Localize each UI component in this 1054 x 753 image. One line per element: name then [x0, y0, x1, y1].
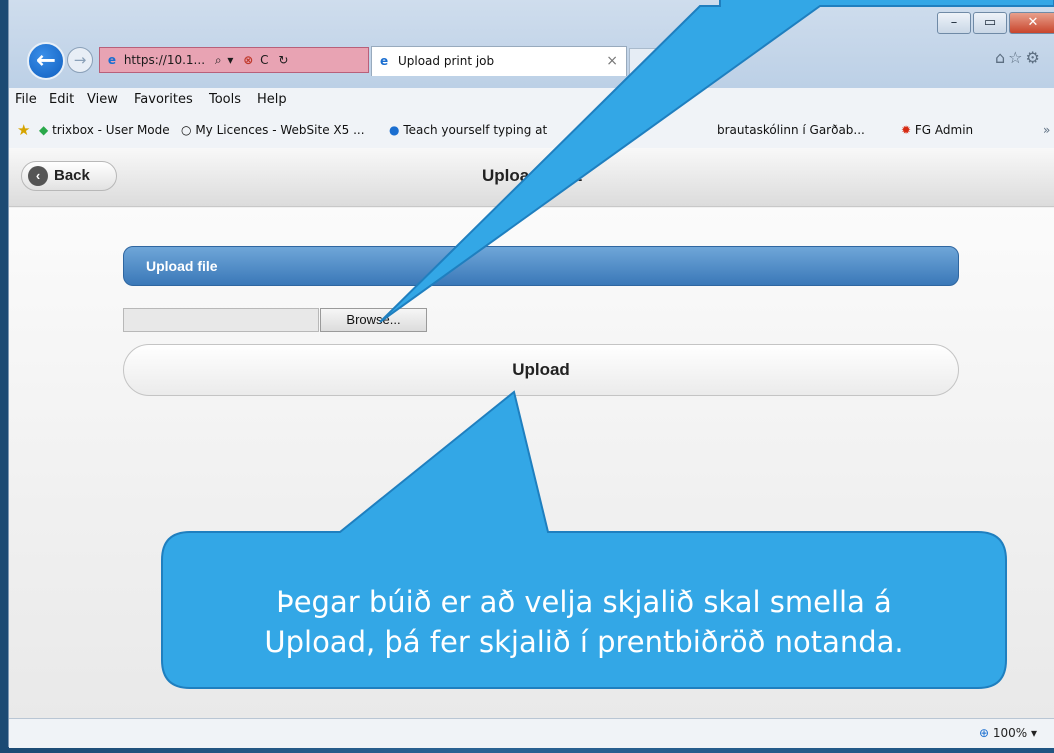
forward-arrow-icon: →	[73, 51, 87, 69]
browse-button[interactable]: Browse...	[320, 308, 427, 332]
menu-edit[interactable]: Edit	[49, 88, 74, 112]
ie-icon: e	[107, 53, 117, 67]
favorite-licences[interactable]: ○ My Licences - WebSite X5 ...	[181, 112, 365, 148]
menu-bar: File Edit View Favorites Tools Help	[9, 88, 1054, 112]
menu-favorites[interactable]: Favorites	[134, 88, 193, 112]
callout-text-line-1: Þegar búið er að velja skjalið skal smel…	[276, 585, 892, 619]
favorite-fg-admin[interactable]: ✹ FG Admin	[901, 112, 973, 148]
search-icon[interactable]: ⌕	[215, 53, 222, 67]
menu-tools[interactable]: Tools	[209, 88, 241, 112]
menu-file[interactable]: File	[15, 88, 37, 112]
upload-file-section-header: Upload file	[123, 246, 959, 286]
browser-forward-button[interactable]: →	[67, 47, 93, 73]
zoom-control[interactable]: ⊕ 100% ▾	[979, 719, 1037, 747]
close-window-button[interactable]: ✕	[1009, 12, 1054, 34]
favorite-label: FG Admin	[914, 123, 974, 137]
new-tab-button[interactable]	[629, 48, 665, 76]
maximize-button[interactable]: ▭	[973, 12, 1007, 34]
favorites-star-icon[interactable]: ★	[17, 112, 30, 148]
address-text: https://10.1...	[123, 53, 206, 67]
favorite-trixbox[interactable]: ◆ trixbox - User Mode	[39, 112, 170, 148]
back-arrow-icon: ←	[35, 46, 57, 74]
browser-tab[interactable]: e Upload print job ×	[371, 46, 627, 76]
callout-text-line-2: Upload, þá fer skjalið í prentbiðröð not…	[264, 625, 904, 659]
gear-red-icon: ✹	[901, 123, 912, 137]
dropdown-icon[interactable]: ▾	[227, 53, 233, 67]
home-favorites-settings-icons[interactable]: ⌂☆⚙	[995, 48, 1054, 72]
zoom-icon: ⊕	[978, 726, 990, 740]
chevron-left-icon: ‹	[28, 166, 48, 186]
upload-button[interactable]: Upload	[123, 344, 959, 396]
minimize-button[interactable]: –	[937, 12, 971, 34]
favorite-label: brautaskólinn í Garðab...	[717, 123, 865, 137]
back-button-label: Back	[54, 167, 90, 184]
tab-close-icon[interactable]: ×	[606, 47, 618, 75]
browser-back-button[interactable]: ←	[27, 42, 65, 80]
favorite-fjolbraut[interactable]: brautaskólinn í Garðab...	[717, 112, 865, 148]
window-controls: – ▭ ✕	[937, 12, 1054, 36]
favorite-label: My Licences - WebSite X5 ...	[195, 123, 365, 137]
callout-text: Þegar búið er að velja skjalið skal smel…	[166, 560, 1002, 684]
favorite-typing[interactable]: ● Teach yourself typing at	[389, 112, 547, 148]
favorites-bar: ★ ◆ trixbox - User Mode ○ My Licences - …	[9, 112, 1054, 149]
favorite-label: trixbox - User Mode	[52, 123, 170, 137]
browser-titlebar: – ▭ ✕ ← → e https://10.1... ⌕ ▾ ⊗ C ↻ e …	[9, 0, 1054, 88]
file-path-input[interactable]	[123, 308, 319, 332]
favorites-more-chevron-icon[interactable]: »	[1043, 112, 1050, 148]
certificate-error-icon[interactable]: ⊗	[243, 53, 253, 67]
zoom-level: 100%	[992, 726, 1028, 740]
circle-icon: ○	[181, 123, 192, 137]
tab-ie-icon: e	[380, 54, 389, 68]
refresh-icon[interactable]: ↻	[278, 53, 288, 67]
menu-help[interactable]: Help	[257, 88, 287, 112]
diamond-icon: ◆	[39, 123, 49, 137]
page-title: Upload print	[481, 166, 583, 185]
status-bar: ⊕ 100% ▾	[9, 718, 1054, 748]
menu-view[interactable]: View	[87, 88, 118, 112]
globe-icon: ●	[389, 123, 400, 137]
page-header: Upload print ‹ Back	[9, 148, 1054, 207]
tab-title: Upload print job	[397, 54, 495, 68]
compat-view-icon[interactable]: C	[260, 53, 268, 67]
back-button[interactable]: ‹ Back	[21, 161, 117, 191]
address-bar[interactable]: e https://10.1... ⌕ ▾ ⊗ C ↻	[99, 47, 369, 73]
favorite-label: Teach yourself typing at	[403, 123, 548, 137]
